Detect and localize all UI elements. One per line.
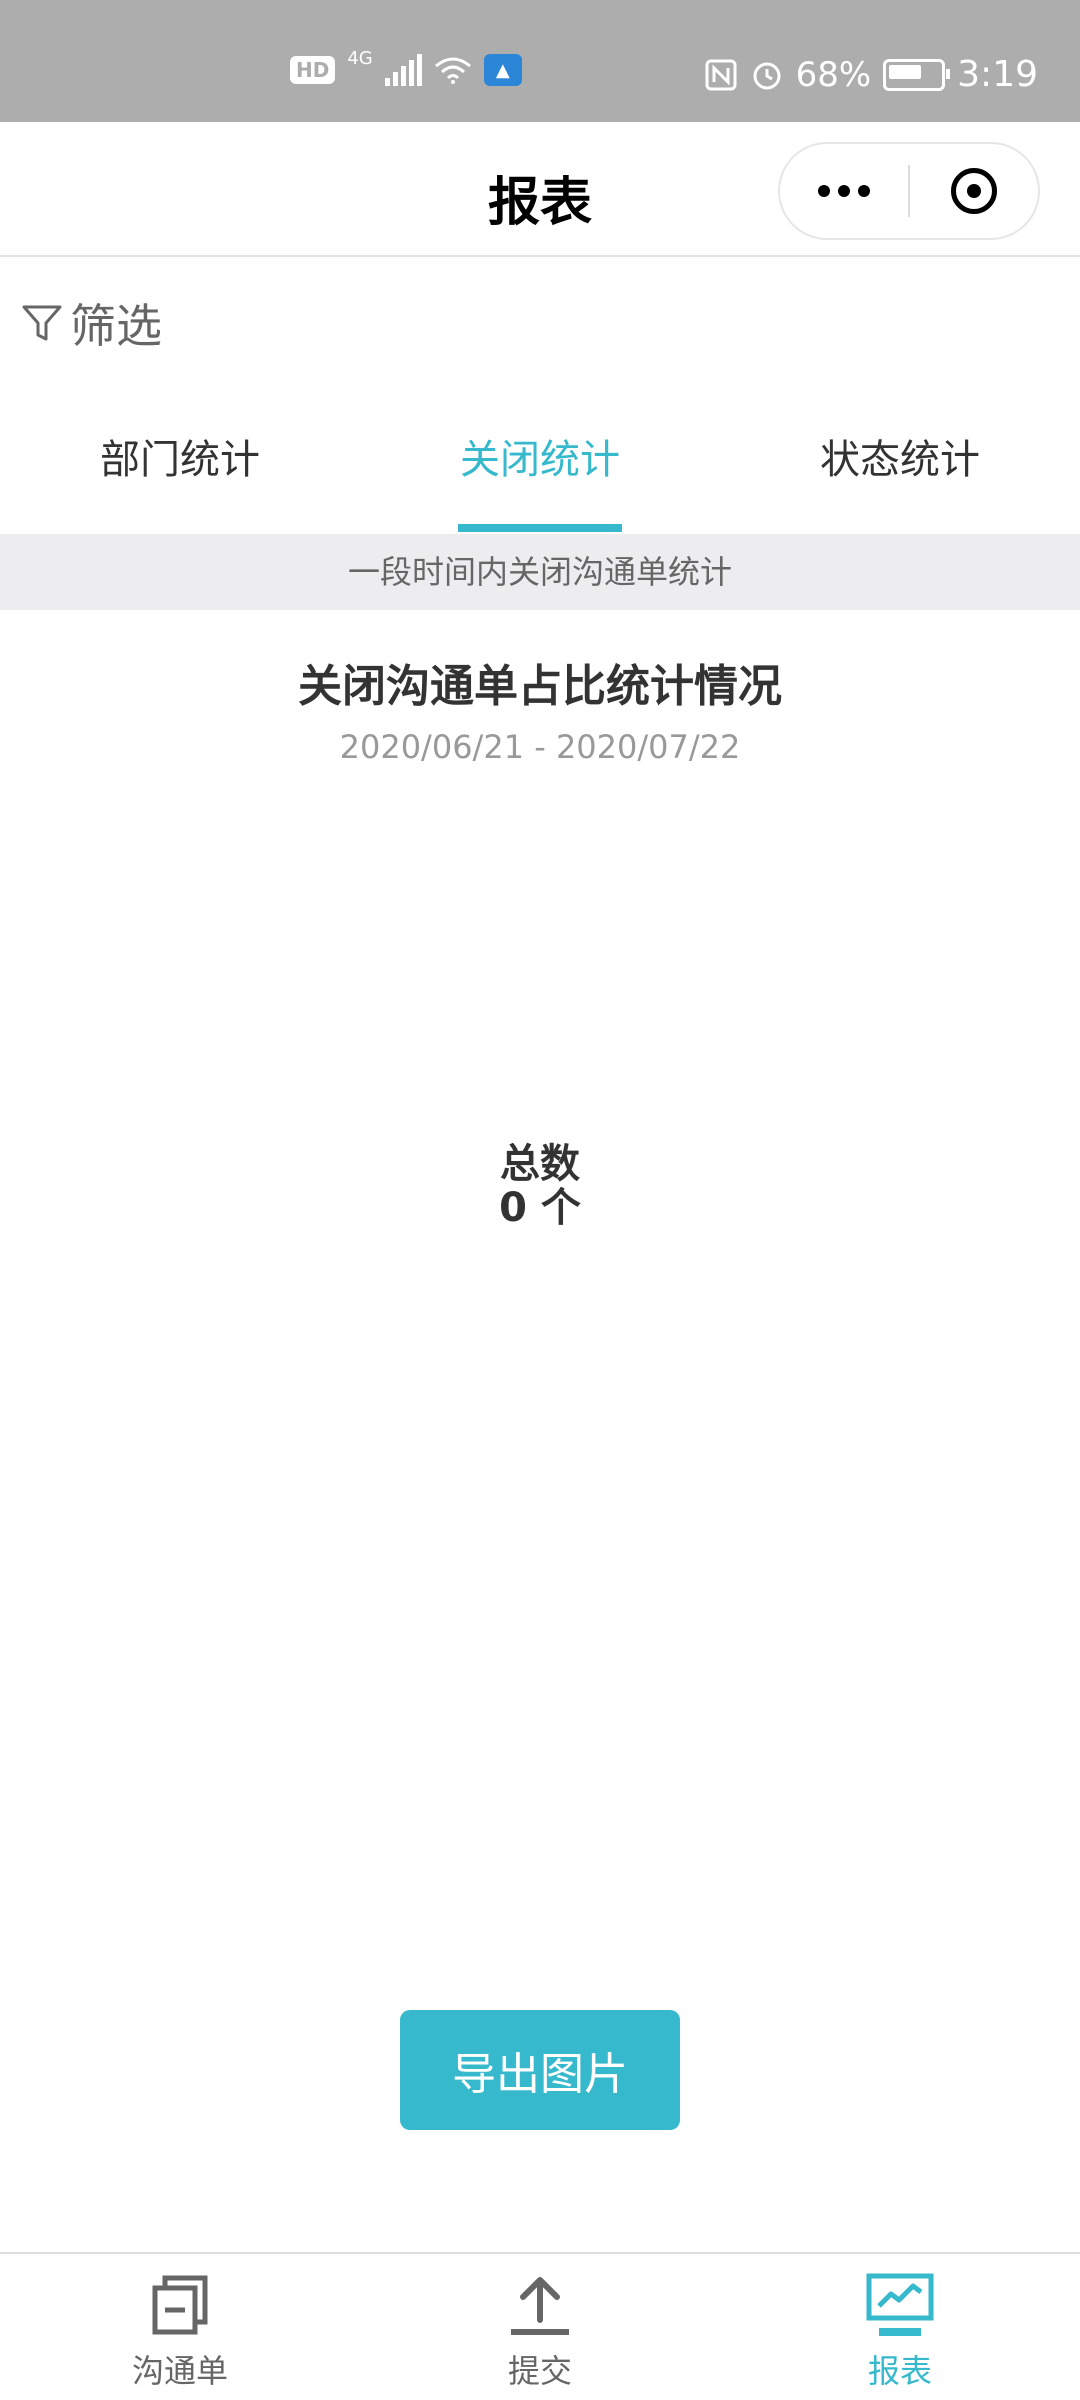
signal-icon: [384, 54, 422, 86]
nfc-icon: [705, 59, 737, 90]
network-type: 4G: [347, 47, 373, 69]
app-header: 报表: [0, 122, 1080, 257]
status-right-icons: 68% 3:19: [704, 54, 1038, 95]
chart-date-range: 2020/06/21 - 2020/07/22: [339, 728, 741, 766]
nav-item-submit[interactable]: 提交: [360, 2254, 720, 2400]
wifi-icon: [434, 57, 471, 84]
more-dots-icon: [818, 185, 830, 197]
report-chart-icon: [866, 2273, 934, 2336]
status-time: 3:19: [957, 54, 1038, 95]
app-notification-icon: ▲: [483, 54, 522, 86]
nav-item-report[interactable]: 报表: [720, 2254, 1080, 2400]
nav-item-communication[interactable]: 沟通单: [0, 2254, 360, 2400]
battery-icon: [883, 58, 951, 91]
hd-badge: HD: [290, 56, 336, 84]
more-menu-button[interactable]: [780, 144, 908, 238]
total-value: 0 个: [499, 1185, 581, 1231]
total-count: 总数 0 个: [0, 1142, 1080, 1230]
nav-label: 提交: [507, 2352, 572, 2390]
bottom-nav: 沟通单 提交 报表: [0, 2252, 1080, 2400]
close-mini-program-button[interactable]: [910, 144, 1038, 238]
target-icon: [951, 168, 997, 214]
nav-label: 报表: [867, 2352, 932, 2390]
mini-program-capsule: [778, 142, 1040, 240]
status-bar: HD 4G ▲ 68% 3:19: [0, 0, 1080, 122]
tab-close-stats[interactable]: 关闭统计: [360, 420, 720, 532]
battery-percent: 68%: [795, 54, 872, 95]
tab-status-stats[interactable]: 状态统计: [720, 420, 1080, 532]
filter-icon: [22, 305, 62, 341]
upload-icon: [511, 2277, 569, 2335]
chart-title: 关闭沟通单占比统计情况: [298, 661, 782, 712]
screen: HD 4G ▲ 68% 3:19 报表 筛选 部门统计 关闭统计 状态统计 一段…: [0, 0, 1080, 2400]
nav-label: 沟通单: [131, 2352, 228, 2390]
document-stack-icon: [152, 2275, 208, 2335]
total-label: 总数: [500, 1141, 580, 1187]
status-center-icons: HD 4G ▲: [290, 48, 522, 86]
filter-label: 筛选: [70, 299, 162, 353]
export-image-button[interactable]: 导出图片: [400, 2010, 680, 2130]
stats-tabs: 部门统计 关闭统计 状态统计: [0, 420, 1080, 532]
tab-department-stats[interactable]: 部门统计: [0, 420, 360, 532]
alarm-icon: [753, 62, 781, 89]
info-strip: 一段时间内关闭沟通单统计: [0, 534, 1080, 610]
filter-button[interactable]: 筛选: [20, 290, 162, 356]
